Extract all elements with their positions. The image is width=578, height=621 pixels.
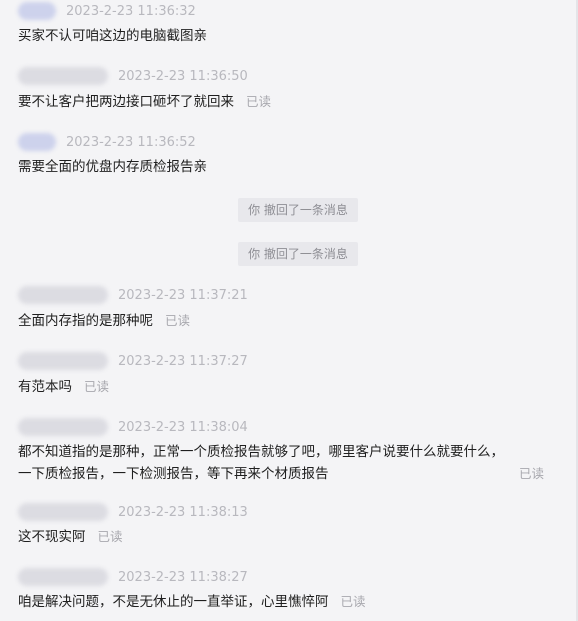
message-text: 要不让客户把两边接口砸坏了就回来 已读 [18, 91, 271, 113]
message-time: 2023-2-23 11:37:27 [118, 353, 248, 369]
message-time: 2023-2-23 11:36:50 [118, 68, 248, 84]
message-body: 有范本吗 [18, 379, 72, 395]
message-text: 咱是解决问题，不是无休止的一直举证，心里憔悴阿 已读 [18, 591, 366, 613]
sender-name[interactable] [18, 418, 108, 436]
message-text: 都不知道指的是那种，正常一个质检报告就够了吧，哪里客户说要什么就要什么， 一下质… [18, 441, 504, 485]
message-header: 2023-2-23 11:36:50 [18, 66, 248, 86]
message-header: 2023-2-23 11:37:21 [18, 285, 248, 305]
message-header: 2023-2-23 11:38:27 [18, 567, 248, 587]
message-text: 全面内存指的是那种呢 已读 [18, 310, 190, 332]
message-header: 2023-2-23 11:37:27 [18, 351, 248, 371]
read-status: 已读 [97, 529, 123, 544]
read-status: 已读 [246, 94, 272, 109]
message-header: 2023-2-23 11:36:32 [18, 1, 196, 21]
message-header: 2023-2-23 11:36:52 [18, 132, 196, 152]
message-body: 这不现实阿 [18, 529, 86, 545]
message-header: 2023-2-23 11:38:13 [18, 502, 248, 522]
message-header: 2023-2-23 11:38:04 [18, 417, 248, 437]
message-body: 要不让客户把两边接口砸坏了就回来 [18, 94, 234, 110]
message-time: 2023-2-23 11:36:52 [66, 134, 196, 150]
read-status: 已读 [84, 379, 110, 394]
message-body: 全面内存指的是那种呢 [18, 313, 153, 329]
message-time: 2023-2-23 11:36:32 [66, 3, 196, 19]
message-time: 2023-2-23 11:38:27 [118, 569, 248, 585]
message-body: 咱是解决问题，不是无休止的一直举证，心里憔悴阿 [18, 594, 329, 610]
message-time: 2023-2-23 11:37:21 [118, 287, 248, 303]
sender-avatar[interactable] [18, 133, 56, 151]
message-body-line-2: 一下质检报告，一下检测报告，等下再来个材质报告 [18, 466, 329, 482]
message-time: 2023-2-23 11:38:04 [118, 419, 248, 435]
message-text: 这不现实阿 已读 [18, 526, 123, 548]
message-text: 买家不认可咱这边的电脑截图亲 [18, 25, 207, 47]
recall-notice: 你 撤回了一条消息 [238, 242, 358, 266]
sender-name[interactable] [18, 352, 108, 370]
sender-name[interactable] [18, 568, 108, 586]
recall-notice: 你 撤回了一条消息 [238, 198, 358, 222]
message-body: 买家不认可咱这边的电脑截图亲 [18, 28, 207, 44]
message-body: 需要全面的优盘内存质检报告亲 [18, 159, 207, 175]
sender-name[interactable] [18, 503, 108, 521]
sender-avatar[interactable] [18, 2, 56, 20]
message-time: 2023-2-23 11:38:13 [118, 504, 248, 520]
message-text: 需要全面的优盘内存质检报告亲 [18, 156, 207, 178]
sender-name[interactable] [18, 67, 108, 85]
sender-name[interactable] [18, 286, 108, 304]
read-status: 已读 [340, 594, 366, 609]
message-body-line-1: 都不知道指的是那种，正常一个质检报告就够了吧，哪里客户说要什么就要什么， [18, 444, 504, 460]
read-status: 已读 [165, 313, 191, 328]
read-status: 已读 [518, 466, 544, 481]
message-text: 有范本吗 已读 [18, 376, 109, 398]
